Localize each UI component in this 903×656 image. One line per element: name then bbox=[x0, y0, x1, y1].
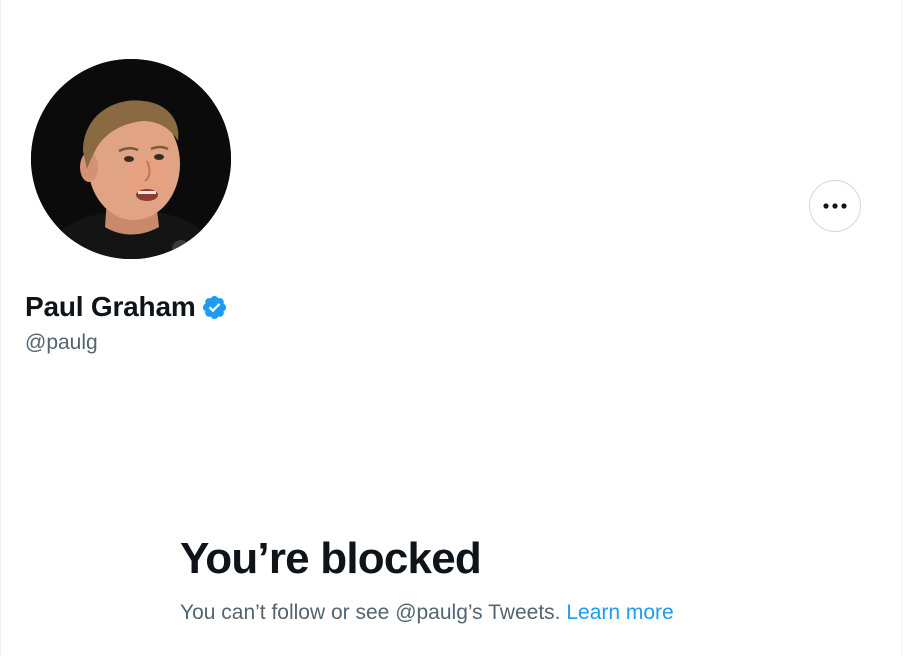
verified-badge-icon[interactable] bbox=[201, 294, 228, 321]
avatar-photo bbox=[31, 59, 231, 259]
profile-page: Paul Graham @paulg You’re blocked You ca… bbox=[0, 0, 903, 656]
blocked-title: You’re blocked bbox=[180, 534, 482, 583]
column-divider-left bbox=[0, 0, 1, 656]
column-divider-right bbox=[901, 0, 902, 656]
blocked-message: You can’t follow or see @paulg’s Tweets.… bbox=[180, 600, 674, 626]
more-horizontal-icon bbox=[823, 203, 847, 209]
more-options-button[interactable] bbox=[809, 180, 861, 232]
profile-handle: @paulg bbox=[25, 331, 98, 354]
blocked-message-text: You can’t follow or see @paulg’s Tweets. bbox=[180, 601, 561, 624]
display-name-row: Paul Graham bbox=[25, 290, 228, 324]
learn-more-link[interactable]: Learn more bbox=[566, 601, 673, 624]
display-name: Paul Graham bbox=[25, 291, 196, 322]
avatar[interactable] bbox=[31, 59, 231, 259]
